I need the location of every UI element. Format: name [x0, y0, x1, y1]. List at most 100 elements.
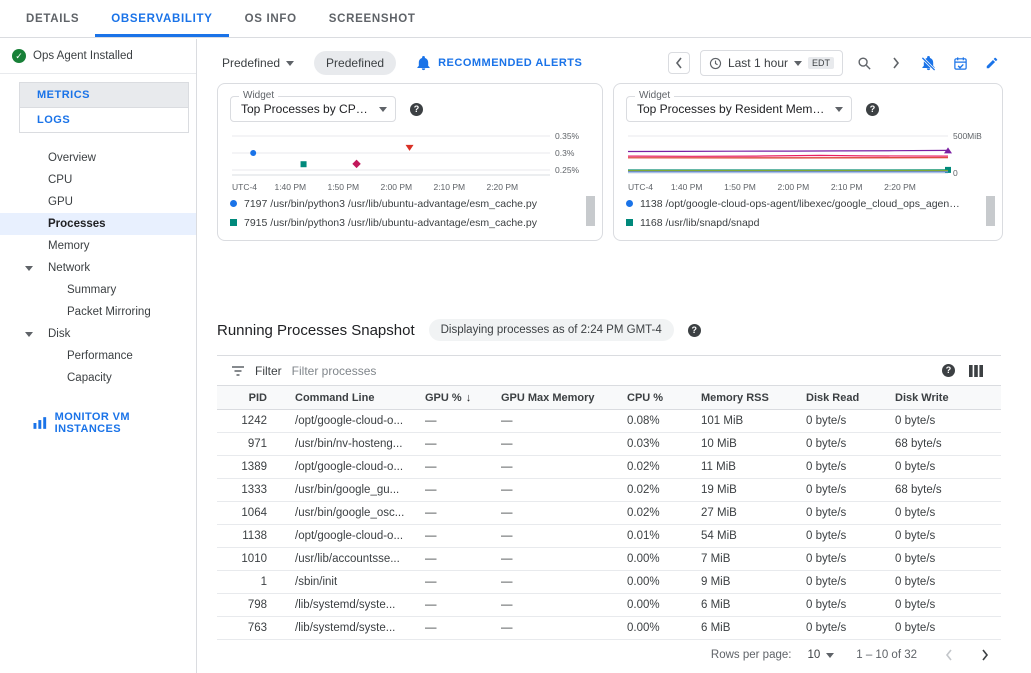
legend-scrollbar[interactable] — [586, 196, 595, 226]
tab-screenshot[interactable]: SCREENSHOT — [313, 0, 432, 37]
column-header-disk-read[interactable]: Disk Read — [806, 392, 895, 404]
help-icon[interactable]: ? — [410, 103, 423, 116]
help-icon[interactable]: ? — [942, 364, 955, 377]
metric-select[interactable]: Widget Top Processes by CPU % — [230, 96, 396, 122]
widget-card-cpu: Widget Top Processes by CPU % ? 0.35%0.3… — [217, 83, 603, 241]
cell-gpu: — — [425, 415, 501, 427]
sidebar-item-summary[interactable]: Summary — [0, 279, 196, 301]
column-header-label: Disk Write — [895, 392, 949, 404]
column-header-label: Disk Read — [806, 392, 859, 404]
agent-status-label: Ops Agent Installed — [33, 50, 133, 62]
previous-page-icon[interactable] — [939, 645, 959, 665]
chevron-left-icon[interactable] — [668, 52, 690, 74]
predefined-dropdown[interactable]: Predefined — [222, 56, 294, 70]
cell-command-line: /opt/google-cloud-o... — [295, 415, 425, 427]
view-columns-icon[interactable] — [965, 360, 987, 382]
cell-memory-rss: 10 MiB — [701, 438, 806, 450]
legend-item[interactable]: 7915 /usr/bin/python3 /usr/lib/ubuntu-ad… — [230, 213, 590, 232]
cpu-scatter-chart[interactable]: 0.35%0.3%0.25%UTC-41:40 PM1:50 PM2:00 PM… — [230, 128, 592, 192]
clock-icon — [709, 57, 722, 70]
widget-select-label: Widget — [635, 90, 674, 101]
legend-label: 1168 /usr/lib/snapd/snapd — [640, 217, 759, 229]
expand-arrow-icon[interactable] — [25, 266, 33, 271]
tab-os-info[interactable]: OS INFO — [229, 0, 313, 37]
sidebar-item-gpu[interactable]: GPU — [0, 191, 196, 213]
sidebar-item-capacity[interactable]: Capacity — [0, 367, 196, 389]
table-row[interactable]: 1242/opt/google-cloud-o...——0.08%101 MiB… — [217, 410, 1001, 433]
sidebar-item-disk[interactable]: Disk — [0, 323, 196, 345]
sidebar-item-cpu[interactable]: CPU — [0, 169, 196, 191]
metric-select[interactable]: Widget Top Processes by Resident Memory — [626, 96, 852, 122]
svg-text:1:40 PM: 1:40 PM — [671, 182, 703, 192]
edit-pencil-icon[interactable] — [981, 52, 1003, 74]
cell-pid: 1333 — [217, 484, 295, 496]
timezone-badge: EDT — [808, 57, 834, 69]
sidebar-item-network[interactable]: Network — [0, 257, 196, 279]
rows-per-page-select[interactable]: 10 — [807, 649, 834, 661]
cell-memory-rss: 9 MiB — [701, 576, 806, 588]
sidebar-item-performance[interactable]: Performance — [0, 345, 196, 367]
column-header-gpu[interactable]: GPU % ↓ — [425, 392, 501, 404]
monitor-vm-instances-link[interactable]: MONITOR VM INSTANCES — [33, 411, 196, 435]
legend-item[interactable]: 1138 /opt/google-cloud-ops-agent/libexec… — [626, 194, 990, 213]
tab-observability[interactable]: OBSERVABILITY — [95, 0, 228, 37]
cell-memory-rss: 6 MiB — [701, 599, 806, 611]
table-row[interactable]: 798/lib/systemd/syste...——0.00%6 MiB0 by… — [217, 594, 1001, 617]
widget-select-label: Widget — [239, 90, 278, 101]
cell-pid: 1138 — [217, 530, 295, 542]
legend-scrollbar[interactable] — [986, 196, 995, 226]
column-header-command-line[interactable]: Command Line — [295, 392, 425, 404]
legend-marker-icon — [626, 200, 633, 207]
cell-memory-rss: 11 MiB — [701, 461, 806, 473]
table-row[interactable]: 1138/opt/google-cloud-o...——0.01%54 MiB0… — [217, 525, 1001, 548]
sidebar-item-processes[interactable]: Processes — [0, 213, 196, 235]
table-row[interactable]: 1064/usr/bin/google_osc...——0.02%27 MiB0… — [217, 502, 1001, 525]
cell-command-line: /usr/bin/google_gu... — [295, 484, 425, 496]
cell-command-line: /opt/google-cloud-o... — [295, 461, 425, 473]
sidebar-item-memory[interactable]: Memory — [0, 235, 196, 257]
legend-item[interactable]: 7197 /usr/bin/python3 /usr/lib/ubuntu-ad… — [230, 194, 590, 213]
table-row[interactable]: 1010/usr/lib/accountsse...——0.00%7 MiB0 … — [217, 548, 1001, 571]
table-row[interactable]: 1/sbin/init——0.00%9 MiB0 byte/s0 byte/s — [217, 571, 1001, 594]
sidebar-item-label: Capacity — [67, 372, 112, 384]
column-header-label: GPU % — [425, 392, 462, 404]
time-range-selector[interactable]: Last 1 hour EDT — [700, 50, 843, 76]
column-header-disk-write[interactable]: Disk Write — [895, 392, 1001, 404]
column-header-memory-rss[interactable]: Memory RSS — [701, 392, 806, 404]
predefined-chip[interactable]: Predefined — [314, 51, 396, 75]
search-icon[interactable] — [853, 52, 875, 74]
next-page-icon[interactable] — [975, 645, 995, 665]
help-icon[interactable]: ? — [688, 324, 701, 337]
cell-pid: 798 — [217, 599, 295, 611]
memory-line-chart[interactable]: 500MiB0UTC-41:40 PM1:50 PM2:00 PM2:10 PM… — [626, 128, 990, 192]
tab-details[interactable]: DETAILS — [10, 0, 95, 37]
calendar-check-icon[interactable] — [949, 52, 971, 74]
filter-processes-input[interactable] — [292, 364, 932, 378]
column-header-cpu[interactable]: CPU % — [627, 392, 701, 404]
cell-gpu-max-memory: — — [501, 484, 627, 496]
legend-item[interactable]: 1168 /usr/lib/snapd/snapd — [626, 213, 990, 232]
cell-gpu-max-memory: — — [501, 599, 627, 611]
cell-cpu: 0.03% — [627, 438, 701, 450]
cell-disk-read: 0 byte/s — [806, 507, 895, 519]
sidebar-item-packet-mirroring[interactable]: Packet Mirroring — [0, 301, 196, 323]
column-header-gpu-max-memory[interactable]: GPU Max Memory — [501, 392, 627, 404]
table-row[interactable]: 763/lib/systemd/syste...——0.00%6 MiB0 by… — [217, 617, 1001, 640]
cell-gpu-max-memory: — — [501, 461, 627, 473]
table-row[interactable]: 1389/opt/google-cloud-o...——0.02%11 MiB0… — [217, 456, 1001, 479]
help-icon[interactable]: ? — [866, 103, 879, 116]
recommended-alerts-link[interactable]: RECOMMENDED ALERTS — [416, 56, 582, 71]
cell-memory-rss: 101 MiB — [701, 415, 806, 427]
sidebar-item-overview[interactable]: Overview — [0, 147, 196, 169]
column-header-label: Memory RSS — [701, 392, 769, 404]
expand-arrow-icon[interactable] — [25, 332, 33, 337]
column-header-pid[interactable]: PID — [217, 392, 295, 404]
sidebar-section-logs[interactable]: LOGS — [20, 107, 188, 132]
sidebar-section-metrics[interactable]: METRICS — [20, 83, 188, 107]
table-row[interactable]: 971/usr/bin/nv-hosteng...——0.03%10 MiB0 … — [217, 433, 1001, 456]
svg-text:500MiB: 500MiB — [953, 131, 982, 141]
sort-desc-icon[interactable]: ↓ — [466, 392, 472, 404]
notifications-off-icon[interactable] — [917, 52, 939, 74]
table-row[interactable]: 1333/usr/bin/google_gu...——0.02%19 MiB0 … — [217, 479, 1001, 502]
chevron-right-icon[interactable] — [885, 52, 907, 74]
